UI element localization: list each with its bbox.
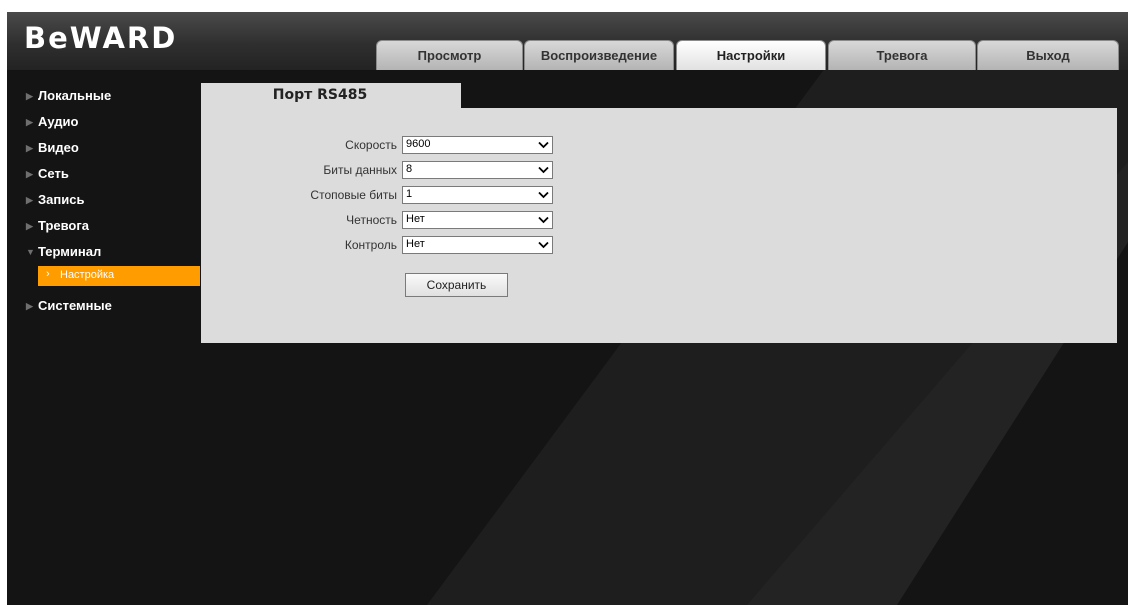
chevron-right-icon: › [46, 268, 50, 280]
sidebar-item-label: Локальные [38, 88, 112, 103]
chevron-down-icon [538, 191, 549, 199]
tab-exit[interactable]: Выход [977, 40, 1119, 70]
panel-tab: Порт RS485 [201, 83, 461, 108]
triangle-right-icon: ▶ [26, 117, 33, 127]
stop-bits-value: 1 [406, 188, 413, 200]
data-bits-select[interactable]: 8 [402, 161, 553, 179]
sidebar-item-label: Тревога [38, 218, 90, 233]
triangle-right-icon: ▶ [26, 195, 33, 205]
triangle-right-icon: ▶ [26, 143, 33, 153]
sidebar-item-recording[interactable]: ▶ Запись [26, 190, 85, 210]
sidebar-item-video[interactable]: ▶ Видео [26, 138, 79, 158]
parity-label: Четность [346, 213, 397, 227]
app-window: BeWARD Просмотр Воспроизведение Настройк… [7, 12, 1128, 605]
sidebar-subitem-label: Настройка [60, 269, 115, 281]
sidebar-item-audio[interactable]: ▶ Аудио [26, 112, 79, 132]
save-button[interactable]: Сохранить [405, 273, 508, 297]
tab-settings[interactable]: Настройки [676, 40, 826, 70]
sidebar-item-alarm[interactable]: ▶ Тревога [26, 216, 90, 236]
flow-control-label: Контроль [344, 238, 397, 252]
flow-control-select[interactable]: Нет [402, 236, 553, 254]
sidebar-item-terminal[interactable]: ▼ Терминал [26, 242, 102, 262]
baud-rate-label: Скорость [345, 138, 397, 152]
baud-rate-select[interactable]: 9600 [402, 136, 553, 154]
sidebar-item-network[interactable]: ▶ Сеть [26, 164, 69, 184]
settings-panel: Скорость 9600 Биты данных 8 Стоповые бит… [201, 108, 1117, 343]
chevron-down-icon [538, 216, 549, 224]
tab-alarm[interactable]: Тревога [828, 40, 976, 70]
sidebar-item-label: Системные [38, 298, 112, 313]
header: BeWARD Просмотр Воспроизведение Настройк… [7, 12, 1128, 70]
tab-view[interactable]: Просмотр [376, 40, 523, 70]
baud-rate-value: 9600 [406, 138, 431, 150]
page-title: Порт RS485 [272, 87, 368, 103]
tab-playback[interactable]: Воспроизведение [524, 40, 674, 70]
sidebar-item-label: Видео [38, 140, 79, 155]
triangle-right-icon: ▶ [26, 301, 33, 311]
data-bits-value: 8 [406, 163, 413, 175]
chevron-down-icon [538, 141, 549, 149]
chevron-down-icon [538, 166, 549, 174]
sidebar-item-label: Запись [38, 192, 85, 207]
stop-bits-label: Стоповые биты [310, 188, 397, 202]
stop-bits-select[interactable]: 1 [402, 186, 553, 204]
chevron-down-icon [538, 241, 549, 249]
parity-value: Нет [406, 213, 425, 225]
triangle-right-icon: ▶ [26, 91, 33, 101]
sidebar-subitem-settings[interactable]: › Настройка [38, 266, 200, 286]
parity-select[interactable]: Нет [402, 211, 553, 229]
sidebar-item-system[interactable]: ▶ Системные [26, 296, 112, 316]
sidebar-item-label: Терминал [38, 244, 102, 259]
sidebar-item-local[interactable]: ▶ Локальные [26, 86, 112, 106]
data-bits-label: Биты данных [323, 163, 397, 177]
beward-logo[interactable]: BeWARD [24, 21, 177, 55]
sidebar-item-label: Сеть [38, 166, 69, 181]
triangle-right-icon: ▶ [26, 169, 33, 179]
triangle-right-icon: ▶ [26, 221, 33, 231]
flow-control-value: Нет [406, 238, 425, 250]
triangle-down-icon: ▼ [26, 247, 35, 257]
sidebar-item-label: Аудио [38, 114, 79, 129]
